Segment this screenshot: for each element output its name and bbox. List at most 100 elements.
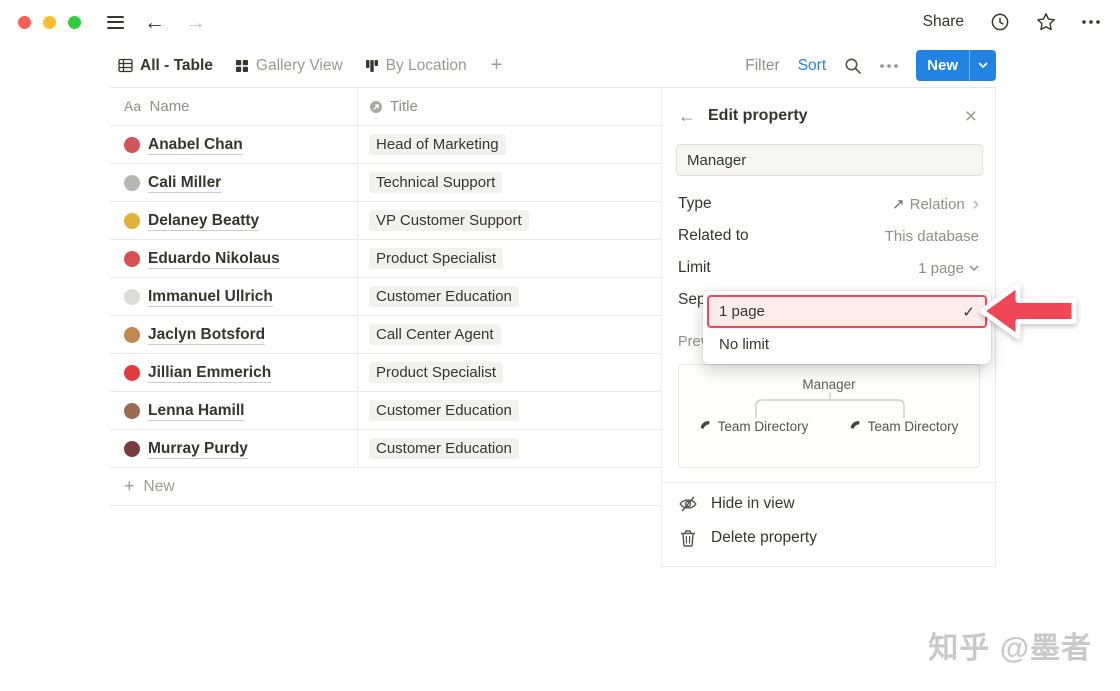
more-options-icon[interactable] [1082, 20, 1100, 24]
related-to-value: This database [885, 228, 979, 245]
title-cell[interactable]: Product Specialist [357, 240, 661, 277]
text-property-icon: Aa [124, 99, 142, 114]
person-name[interactable]: Lenna Hamill [148, 401, 244, 421]
table-row[interactable]: Delaney Beatty VP Customer Support [110, 202, 661, 240]
traffic-light-close[interactable] [18, 16, 31, 29]
person-name[interactable]: Immanuel Ullrich [148, 287, 273, 307]
table-view-icon [118, 58, 133, 73]
sort-button[interactable]: Sort [798, 57, 826, 75]
back-button[interactable]: ← [144, 12, 165, 33]
title-cell[interactable]: Technical Support [357, 164, 661, 201]
table-row[interactable]: Cali Miller Technical Support [110, 164, 661, 202]
dropdown-option-no-limit[interactable]: No limit [707, 328, 987, 360]
traffic-light-zoom[interactable] [68, 16, 81, 29]
hide-in-view-button[interactable]: Hide in view [662, 487, 995, 521]
title-value: Customer Education [369, 286, 519, 307]
new-record-dropdown-button[interactable] [969, 50, 996, 81]
sidebar-toggle-icon[interactable] [107, 16, 124, 29]
person-name[interactable]: Jaclyn Botsford [148, 325, 265, 345]
property-name-input[interactable] [676, 144, 983, 176]
close-icon[interactable]: × [965, 106, 977, 127]
view-options-icon[interactable] [880, 64, 898, 68]
chevron-right-icon: › [973, 195, 979, 214]
view-toolbar: All - Table Gallery View By Location + F… [110, 44, 996, 88]
panel-back-button[interactable]: ← [678, 106, 696, 127]
person-name[interactable]: Eduardo Nikolaus [148, 249, 280, 269]
tab-all-table[interactable]: All - Table [118, 57, 213, 75]
table-row[interactable]: Jillian Emmerich Product Specialist [110, 354, 661, 392]
table-row[interactable]: Murray Purdy Customer Education [110, 430, 661, 468]
chrome-actions: Share [923, 12, 1100, 32]
share-button[interactable]: Share [923, 13, 964, 31]
name-cell[interactable]: Murray Purdy [110, 430, 357, 467]
title-property-icon [369, 100, 383, 114]
property-type-row[interactable]: Type ↗ Relation › [662, 188, 995, 220]
option-label: 1 page [719, 303, 765, 320]
row-label: Limit [678, 259, 711, 277]
preview-link-label: Team Directory [868, 419, 959, 434]
title-cell[interactable]: Head of Marketing [357, 126, 661, 163]
connector-lines [679, 392, 980, 418]
column-label: Name [150, 98, 190, 115]
table-row[interactable]: Lenna Hamill Customer Education [110, 392, 661, 430]
search-icon[interactable] [844, 57, 862, 75]
table-row[interactable]: Eduardo Nikolaus Product Specialist [110, 240, 661, 278]
updates-clock-icon[interactable] [990, 12, 1010, 32]
name-cell[interactable]: Anabel Chan [110, 126, 357, 163]
gallery-view-icon [235, 59, 249, 73]
person-name[interactable]: Murray Purdy [148, 439, 248, 459]
avatar [124, 365, 140, 381]
column-header-name[interactable]: Aa Name [110, 88, 357, 125]
avatar [124, 441, 140, 457]
favorite-star-icon[interactable] [1036, 12, 1056, 32]
title-cell[interactable]: Call Center Agent [357, 316, 661, 353]
new-row-button[interactable]: + New [110, 468, 661, 506]
title-cell[interactable]: Customer Education [357, 278, 661, 315]
annotation-arrow [978, 282, 1078, 340]
avatar [124, 327, 140, 343]
person-name[interactable]: Anabel Chan [148, 135, 243, 155]
table-row[interactable]: Jaclyn Botsford Call Center Agent [110, 316, 661, 354]
avatar [124, 289, 140, 305]
new-record-button[interactable]: New [916, 50, 969, 81]
title-cell[interactable]: Product Specialist [357, 354, 661, 391]
tab-by-location[interactable]: By Location [365, 57, 467, 75]
phone-icon [847, 417, 865, 435]
relation-preview: Manager Team Directory Team Directory [678, 364, 980, 468]
limit-row[interactable]: Limit 1 page [662, 252, 995, 284]
table-row[interactable]: Immanuel Ullrich Customer Education [110, 278, 661, 316]
dropdown-option-1-page[interactable]: 1 page ✓ [707, 295, 987, 328]
tab-label: All - Table [140, 57, 213, 75]
table-row[interactable]: Anabel Chan Head of Marketing [110, 126, 661, 164]
divider [662, 482, 995, 483]
board-view-icon [365, 59, 379, 73]
toolbar-actions: Filter Sort New [745, 50, 996, 81]
name-cell[interactable]: Lenna Hamill [110, 392, 357, 429]
name-cell[interactable]: Immanuel Ullrich [110, 278, 357, 315]
title-cell[interactable]: Customer Education [357, 392, 661, 429]
title-cell[interactable]: Customer Education [357, 430, 661, 467]
title-value: Head of Marketing [369, 134, 506, 155]
title-value: Call Center Agent [369, 324, 501, 345]
traffic-light-minimize[interactable] [43, 16, 56, 29]
column-header-title[interactable]: Title [357, 88, 661, 125]
tab-gallery-view[interactable]: Gallery View [235, 57, 343, 75]
name-cell[interactable]: Jillian Emmerich [110, 354, 357, 391]
name-cell[interactable]: Jaclyn Botsford [110, 316, 357, 353]
panel-title: Edit property [708, 107, 808, 125]
option-label: No limit [719, 336, 769, 353]
name-cell[interactable]: Delaney Beatty [110, 202, 357, 239]
add-view-button[interactable]: + [491, 54, 503, 77]
person-name[interactable]: Cali Miller [148, 173, 221, 193]
person-name[interactable]: Jillian Emmerich [148, 363, 271, 383]
filter-button[interactable]: Filter [745, 57, 779, 75]
forward-button[interactable]: → [185, 12, 206, 33]
name-cell[interactable]: Cali Miller [110, 164, 357, 201]
delete-property-button[interactable]: Delete property [662, 521, 995, 555]
preview-link-label: Team Directory [718, 419, 809, 434]
related-to-row[interactable]: Related to This database [662, 220, 995, 252]
title-cell[interactable]: VP Customer Support [357, 202, 661, 239]
person-name[interactable]: Delaney Beatty [148, 211, 259, 231]
name-cell[interactable]: Eduardo Nikolaus [110, 240, 357, 277]
check-icon: ✓ [962, 303, 975, 321]
